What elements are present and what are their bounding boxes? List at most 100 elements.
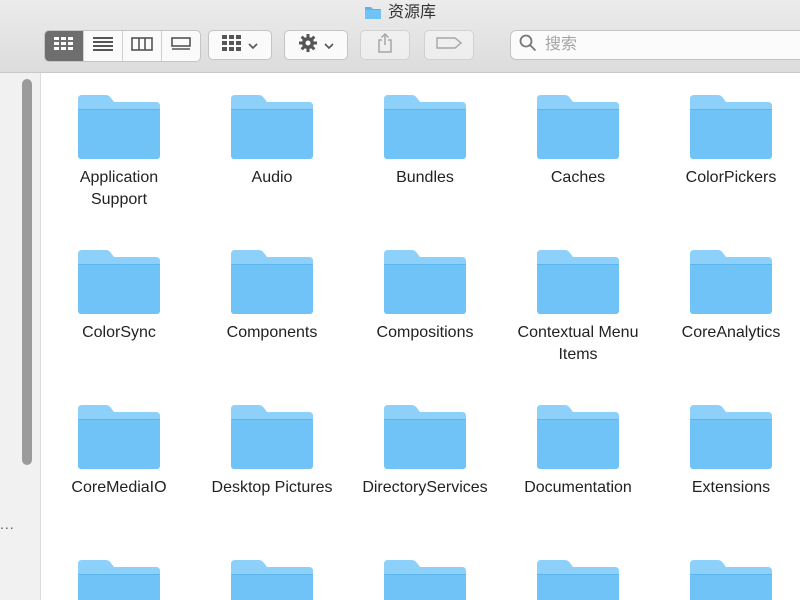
folder-icon: [44, 558, 194, 600]
gallery-icon: [171, 36, 191, 56]
folder-label-line: Compositions: [376, 324, 474, 341]
folder-label-line: Support: [90, 191, 148, 208]
folder-item[interactable]: [197, 558, 347, 600]
column-view-button[interactable]: [123, 31, 162, 61]
folder-label-line: ColorSync: [82, 324, 156, 341]
folder-label: CoreMediaIO: [44, 477, 194, 499]
grid-icon: [54, 36, 74, 56]
folder-icon: [656, 558, 800, 600]
folder-label-line: CoreAnalytics: [681, 324, 781, 341]
folder-item[interactable]: Extensions: [656, 403, 800, 499]
folder-item[interactable]: Contextual Menu Items: [503, 248, 653, 366]
folder-grid: Application Support Audio Bundles Caches Colo…: [44, 73, 800, 600]
folder-item[interactable]: [350, 558, 500, 600]
folder-label: Contextual Menu Items: [503, 322, 653, 366]
folder-label: Bundles: [350, 167, 500, 189]
folder-label: Desktop Pictures: [197, 477, 347, 499]
folder-label: Documentation: [503, 477, 653, 499]
share-button[interactable]: [360, 30, 410, 60]
sidebar: ...: [0, 73, 41, 600]
folder-icon: [503, 93, 653, 161]
folder-item[interactable]: Caches: [503, 93, 653, 189]
folder-label: Caches: [503, 167, 653, 189]
search-field[interactable]: [510, 30, 800, 60]
columns-icon: [131, 36, 153, 56]
sidebar-scrollbar[interactable]: [22, 79, 32, 465]
folder-item[interactable]: [44, 558, 194, 600]
folder-icon: [197, 93, 347, 161]
toolbar: [0, 28, 800, 64]
folder-label-line: Contextual Menu: [517, 324, 639, 341]
folder-icon: [503, 558, 653, 600]
folder-icon: [364, 4, 382, 27]
window-title-text: 资源库: [387, 4, 436, 21]
view-switcher: [44, 30, 201, 62]
folder-item[interactable]: ColorSync: [44, 248, 194, 344]
folder-icon: [44, 93, 194, 161]
folder-icon: [350, 93, 500, 161]
chevron-down-icon: [248, 36, 258, 54]
folder-icon: [197, 558, 347, 600]
folder-icon: [44, 403, 194, 471]
folder-label-line: Application: [79, 169, 159, 186]
icon-view-button[interactable]: [45, 31, 84, 61]
folder-item[interactable]: ColorPickers: [656, 93, 800, 189]
folder-item[interactable]: Compositions: [350, 248, 500, 344]
folder-icon: [656, 248, 800, 316]
folder-label: Compositions: [350, 322, 500, 344]
folder-item[interactable]: [503, 558, 653, 600]
folder-icon: [656, 403, 800, 471]
folder-label-line: Caches: [550, 169, 606, 186]
folder-label-line: CoreMediaIO: [71, 479, 167, 496]
folder-label-line: Desktop Pictures: [211, 479, 333, 496]
window-titlebar: 资源库: [0, 0, 800, 73]
folder-item[interactable]: DirectoryServices: [350, 403, 500, 499]
list-icon: [93, 36, 113, 56]
window-title: 资源库: [0, 2, 800, 24]
folder-label-line: DirectoryServices: [362, 479, 488, 496]
tag-icon: [436, 36, 463, 54]
folder-icon: [350, 558, 500, 600]
action-button[interactable]: [284, 30, 348, 60]
folder-icon: [197, 248, 347, 316]
gallery-view-button[interactable]: [162, 31, 200, 61]
folder-item[interactable]: CoreMediaIO: [44, 403, 194, 499]
folder-label-line: ColorPickers: [685, 169, 777, 186]
folder-item[interactable]: Components: [197, 248, 347, 344]
folder-label-line: Audio: [251, 169, 293, 186]
list-view-button[interactable]: [84, 31, 123, 61]
folder-icon: [350, 248, 500, 316]
group-icon: [222, 34, 242, 56]
folder-label: ColorPickers: [656, 167, 800, 189]
folder-label: DirectoryServices: [350, 477, 500, 499]
folder-label: Application Support: [44, 167, 194, 211]
folder-icon: [350, 403, 500, 471]
folder-icon: [197, 403, 347, 471]
folder-label-line: Items: [558, 346, 598, 363]
folder-icon: [503, 403, 653, 471]
folder-icon: [656, 93, 800, 161]
folder-label: ColorSync: [44, 322, 194, 344]
folder-item[interactable]: Application Support: [44, 93, 194, 211]
sidebar-overflow-text: ...: [0, 516, 15, 532]
folder-label-line: Extensions: [691, 479, 771, 496]
tag-button[interactable]: [424, 30, 474, 60]
folder-icon: [44, 248, 194, 316]
gear-icon: [298, 33, 318, 58]
share-icon: [377, 32, 393, 58]
search-icon: [519, 34, 537, 57]
folder-label: Extensions: [656, 477, 800, 499]
folder-item[interactable]: Audio: [197, 93, 347, 189]
folder-item[interactable]: [656, 558, 800, 600]
search-input[interactable]: [543, 35, 787, 55]
folder-item[interactable]: CoreAnalytics: [656, 248, 800, 344]
folder-label: Components: [197, 322, 347, 344]
folder-icon: [503, 248, 653, 316]
folder-item[interactable]: Documentation: [503, 403, 653, 499]
folder-item[interactable]: Bundles: [350, 93, 500, 189]
folder-item[interactable]: Desktop Pictures: [197, 403, 347, 499]
folder-label-line: Bundles: [396, 169, 454, 186]
folder-label: Audio: [197, 167, 347, 189]
folder-label: CoreAnalytics: [656, 322, 800, 344]
group-button[interactable]: [208, 30, 272, 60]
